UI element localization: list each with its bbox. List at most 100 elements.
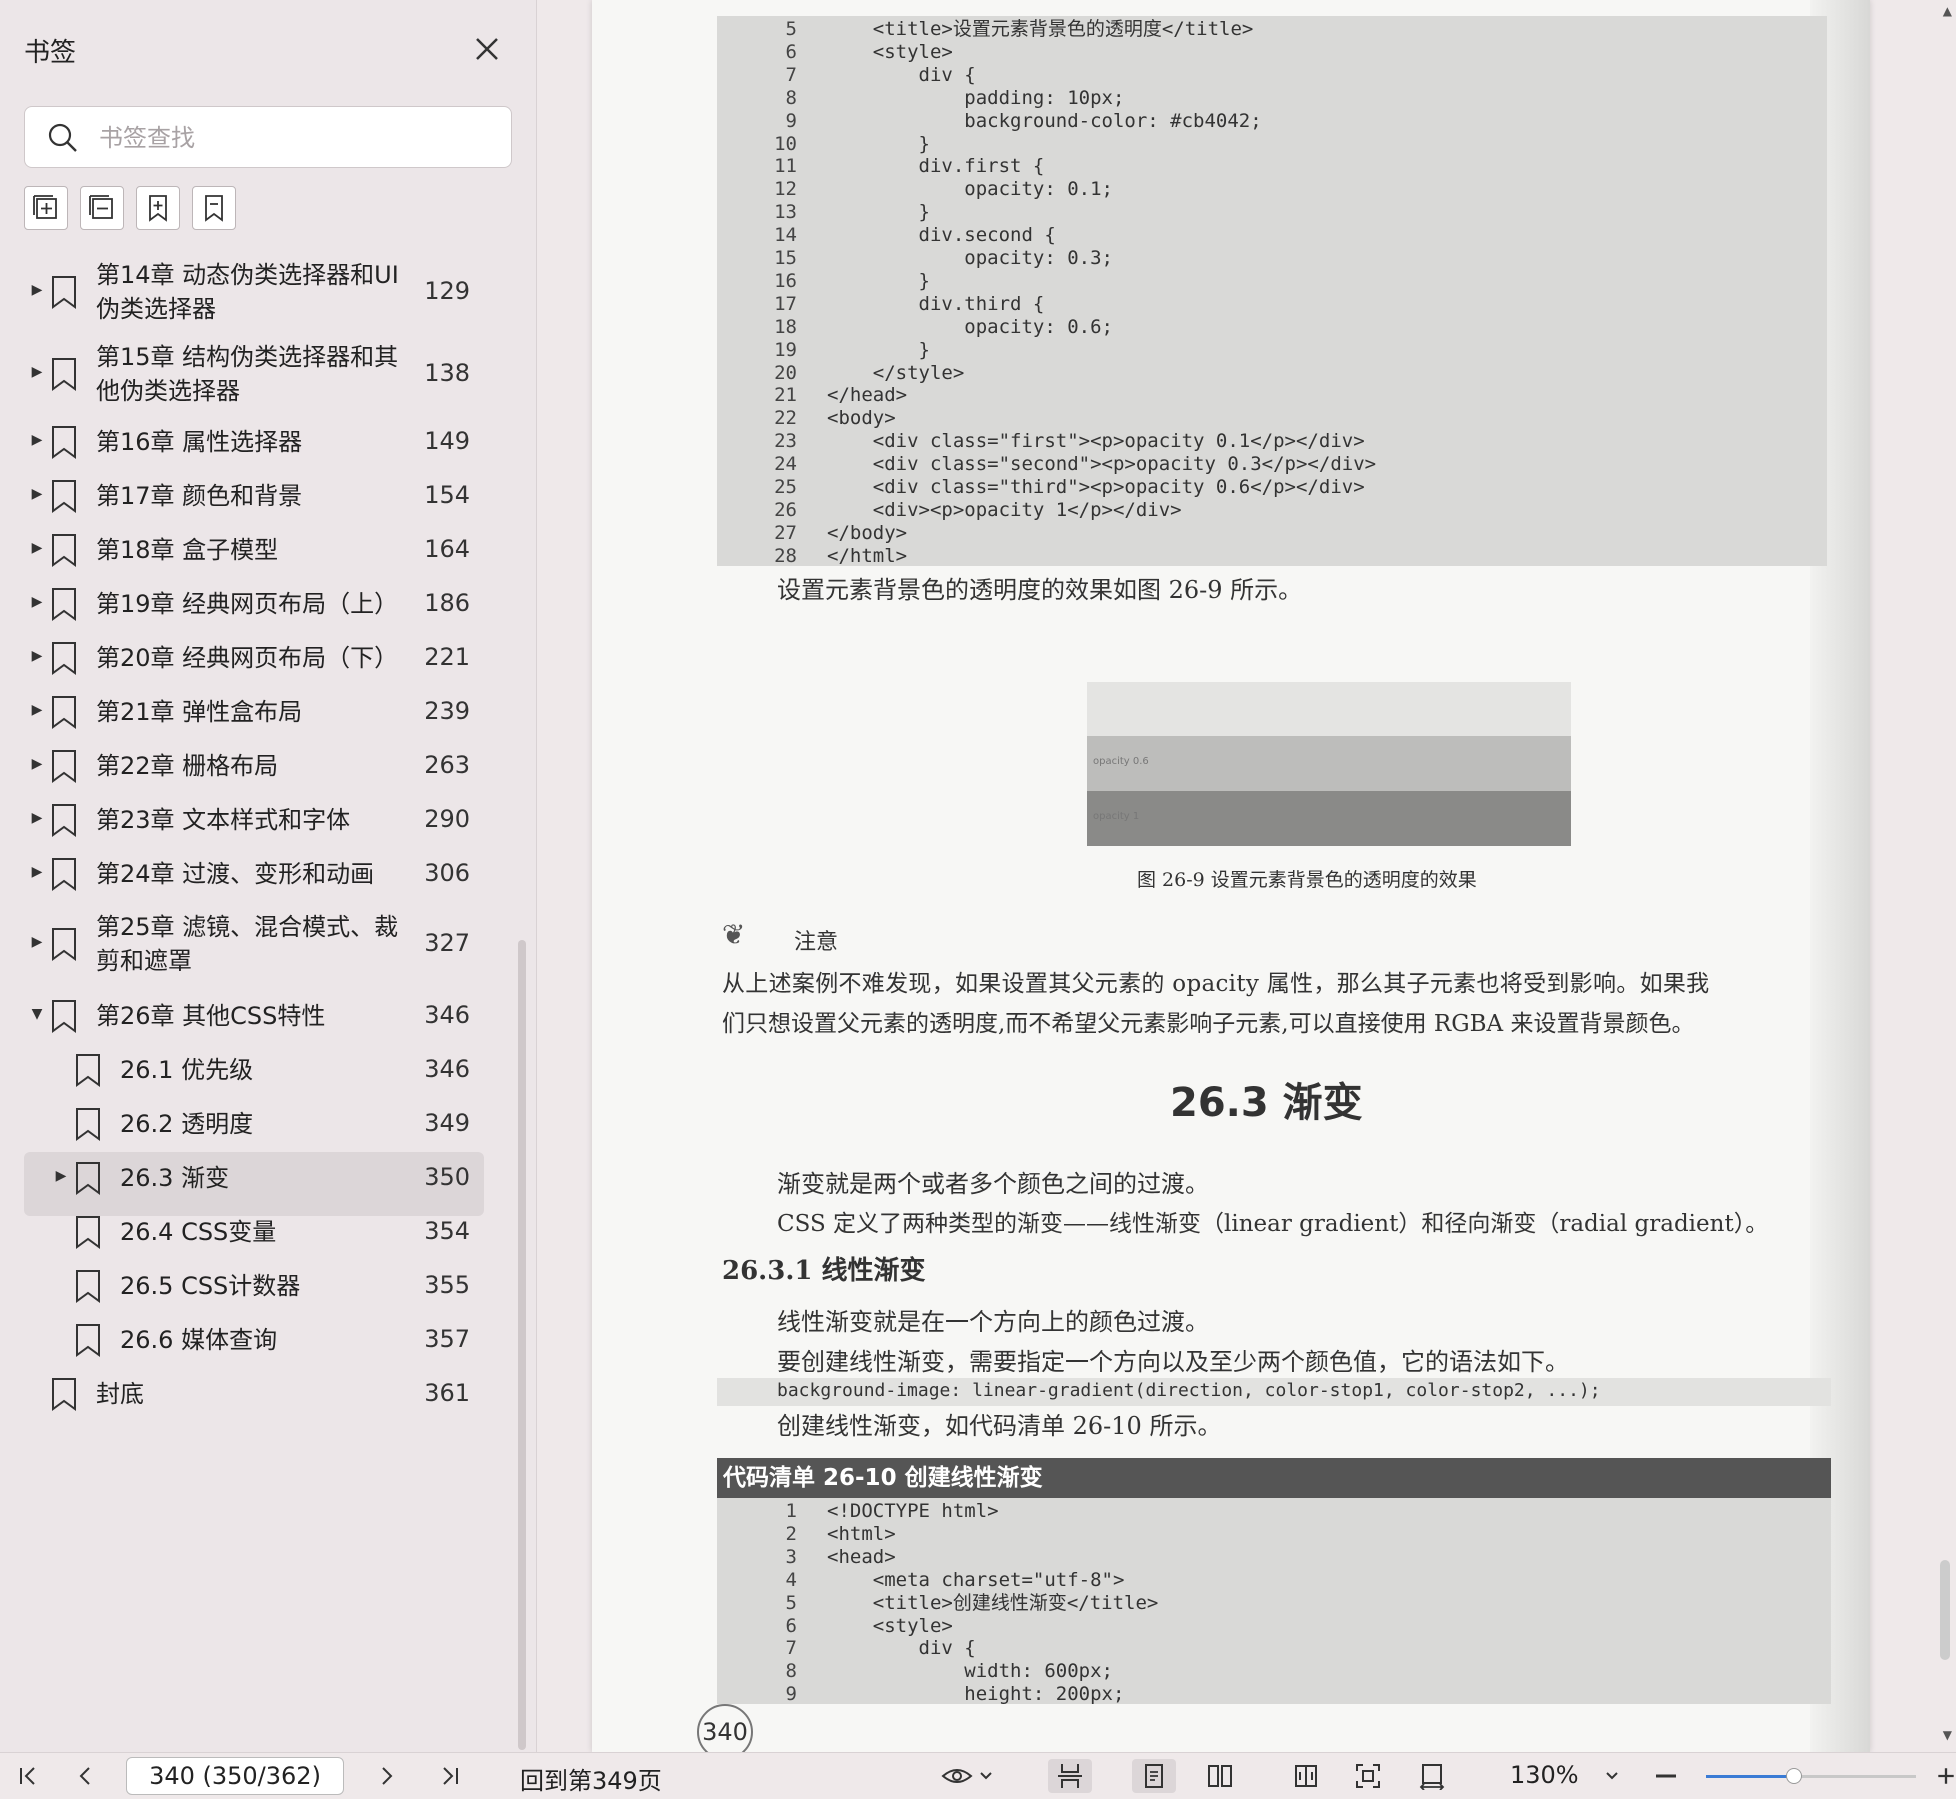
code-text: opacity: 0.3; [827, 247, 1113, 269]
bookmark-label: 第15章 结构伪类选择器和其 他伪类选择器 [96, 343, 399, 405]
bookmark-item[interactable]: ▶ 第16章 属性选择器 149 [0, 416, 500, 468]
line-number: 4 [785, 1568, 797, 1591]
bookmark-page: 346 [424, 1055, 470, 1083]
bookmark-page: 327 [424, 929, 470, 957]
body-text: CSS 定义了两种类型的渐变——线性渐变（linear gradient）和径向… [777, 1211, 1769, 1237]
zoom-slider[interactable] [1706, 1768, 1916, 1784]
bookmark-item[interactable]: ▶ 26.3 渐变 350 [0, 1152, 500, 1216]
zoom-level[interactable]: 130% [1510, 1761, 1579, 1789]
bookmark-item[interactable]: ▶ 第15章 结构伪类选择器和其 他伪类选择器 138 [0, 332, 500, 416]
bookmark-label: 第22章 栅格布局 [96, 752, 279, 780]
prev-page-icon[interactable] [68, 1759, 104, 1793]
bookmark-flag-icon [50, 641, 78, 679]
line-number: 8 [785, 86, 797, 109]
back-to-page-link[interactable]: 回到第349页 [520, 1761, 662, 1796]
bookmark-item[interactable]: ▶ 第19章 经典网页布局（上） 186 [0, 578, 500, 630]
code-text: } [827, 338, 930, 361]
figure-row-label: opacity 0.6 [1093, 756, 1149, 767]
bookmark-item[interactable]: 封底 361 [0, 1368, 500, 1420]
first-page-icon[interactable] [10, 1759, 46, 1793]
body-text: 要创建线性渐变，需要指定一个方向以及至少两个颜色值，它的语法如下。 [777, 1348, 1569, 1376]
zoom-dropdown-icon[interactable] [1600, 1759, 1624, 1793]
bookmark-item[interactable]: 26.5 CSS计数器 355 [0, 1260, 500, 1312]
scroll-up-icon[interactable]: ▲ [1943, 4, 1952, 18]
bookmark-label: 第26章 其他CSS特性 [96, 1002, 326, 1030]
search-input[interactable] [97, 119, 491, 157]
expand-arrow-icon[interactable]: ▶ [28, 864, 46, 880]
bookmark-page: 263 [424, 751, 470, 779]
bookmark-item[interactable]: ▶ 第22章 栅格布局 263 [0, 740, 500, 792]
next-page-icon[interactable] [368, 1759, 404, 1793]
expand-arrow-icon[interactable]: ▶ [28, 648, 46, 664]
continuous-scroll-icon[interactable] [1048, 1759, 1092, 1793]
bookmark-item[interactable]: ▼ 第26章 其他CSS特性 346 [0, 990, 500, 1042]
fit-page-icon[interactable] [1346, 1759, 1390, 1793]
expand-arrow-icon[interactable]: ▶ [28, 540, 46, 556]
eye-icon[interactable] [936, 1759, 1000, 1793]
last-page-icon[interactable] [432, 1759, 468, 1793]
sidebar-scrollbar[interactable] [518, 940, 526, 1750]
bookmark-item[interactable]: ▶ 第25章 滤镜、混合模式、裁 剪和遮罩 327 [0, 902, 500, 986]
bookmark-item[interactable]: 26.6 媒体查询 357 [0, 1314, 500, 1366]
code-text: div.first { [827, 155, 1045, 178]
zoom-in-icon[interactable] [1936, 1759, 1956, 1793]
close-icon[interactable] [470, 32, 504, 66]
bookmark-item[interactable]: 26.4 CSS变量 354 [0, 1206, 500, 1258]
bookmark-item[interactable]: ▶ 第21章 弹性盒布局 239 [0, 686, 500, 738]
figure-row-label: opacity 1 [1093, 811, 1140, 822]
code-text: <head> [827, 1545, 896, 1568]
collapse-all-icon[interactable] [80, 186, 124, 230]
bookmark-label: 第14章 动态伪类选择器和UI 伪类选择器 [96, 261, 399, 323]
bottom-toolbar: 回到第349页 130% [0, 1752, 1956, 1799]
line-number: 15 [774, 247, 797, 269]
expand-arrow-icon[interactable]: ▶ [28, 432, 46, 448]
bookmark-search[interactable] [24, 106, 512, 168]
scroll-down-icon[interactable]: ▼ [1943, 1728, 1952, 1742]
single-page-icon[interactable] [1132, 1759, 1176, 1793]
bookmark-flag-icon [50, 357, 78, 395]
bookmark-item[interactable]: ▶ 第20章 经典网页布局（下） 221 [0, 632, 500, 684]
book-view-icon[interactable] [1284, 1759, 1328, 1793]
page-number-input[interactable] [126, 1757, 344, 1795]
line-number: 26 [774, 498, 797, 521]
expand-arrow-icon[interactable]: ▶ [28, 364, 46, 380]
note-text: 们只想设置父元素的透明度,而不希望父元素影响子元素,可以直接使用 RGBA 来设… [722, 1011, 1695, 1037]
expand-arrow-icon[interactable]: ▶ [52, 1168, 70, 1184]
zoom-out-icon[interactable] [1650, 1759, 1682, 1793]
expand-arrow-icon[interactable]: ▶ [28, 756, 46, 772]
expand-arrow-icon[interactable]: ▶ [28, 282, 46, 298]
fit-width-icon[interactable] [1410, 1759, 1454, 1793]
line-number: 5 [785, 1591, 797, 1614]
bookmark-flag-icon [50, 587, 78, 625]
bookmark-item[interactable]: ▶ 第23章 文本样式和字体 290 [0, 794, 500, 846]
bookmark-flag-icon [74, 1323, 102, 1361]
bookmark-label: 26.6 媒体查询 [120, 1326, 278, 1354]
bookmark-item[interactable]: ▶ 第17章 颜色和背景 154 [0, 470, 500, 522]
expand-arrow-icon[interactable]: ▶ [28, 934, 46, 950]
body-text: 线性渐变就是在一个方向上的颜色过渡。 [777, 1308, 1209, 1336]
vertical-scrollbar[interactable] [1940, 1560, 1950, 1660]
expand-arrow-icon[interactable]: ▶ [28, 486, 46, 502]
expand-arrow-icon[interactable]: ▶ [28, 702, 46, 718]
expand-arrow-icon[interactable]: ▶ [28, 594, 46, 610]
bookmark-item[interactable]: ▶ 第24章 过渡、变形和动画 306 [0, 848, 500, 900]
bookmark-icon[interactable] [192, 186, 236, 230]
bookmark-page: 355 [424, 1271, 470, 1299]
bookmark-item[interactable]: ▶ 第18章 盒子模型 164 [0, 524, 500, 576]
zoom-slider-handle[interactable] [1786, 1768, 1803, 1784]
add-bookmark-icon[interactable] [136, 186, 180, 230]
document-viewer[interactable]: 5 <title>设置元素背景色的透明度</title> 6 <style> 7 d… [537, 0, 1956, 1752]
code-text: <div class="second"><p>opacity 0.3</p></… [827, 453, 1377, 476]
code-text: <style> [827, 40, 953, 63]
bookmark-flag-icon [50, 803, 78, 841]
line-number: 16 [774, 269, 797, 292]
expand-arrow-icon[interactable]: ▶ [28, 810, 46, 826]
code-text: opacity: 0.6; [827, 315, 1113, 338]
expand-all-icon[interactable] [24, 186, 68, 230]
bookmark-item[interactable]: ▶ 第14章 动态伪类选择器和UI 伪类选择器 129 [0, 250, 500, 334]
collapse-arrow-icon[interactable]: ▼ [28, 1006, 46, 1022]
bookmark-item[interactable]: 26.2 透明度 349 [0, 1098, 500, 1150]
bookmark-label: 第16章 属性选择器 [96, 428, 303, 456]
two-page-icon[interactable] [1198, 1759, 1242, 1793]
bookmark-item[interactable]: 26.1 优先级 346 [0, 1044, 500, 1096]
